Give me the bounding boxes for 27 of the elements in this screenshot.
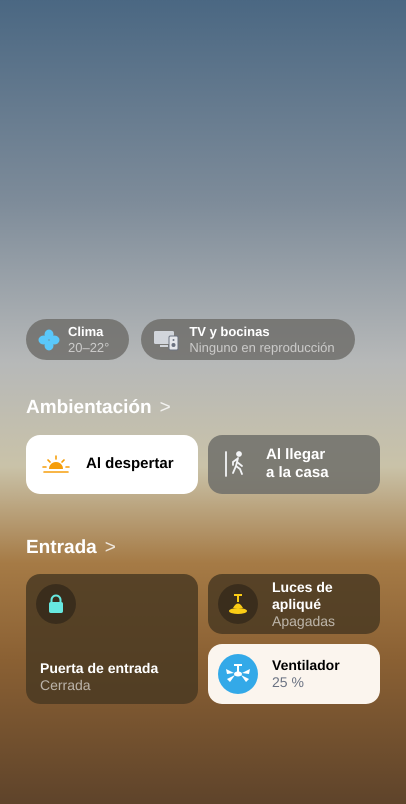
accessory-tile[interactable]: Luces de apliqué Apagadas [208, 574, 380, 634]
accessory-status: 25 % [272, 674, 305, 691]
accessory-tile[interactable]: Ventilador 25 % [208, 644, 380, 704]
accessory-name: Puerta de entrada [40, 660, 160, 677]
status-subtitle: 20–22° [68, 340, 110, 356]
fan-icon [38, 328, 60, 350]
scene-tile[interactable]: Al llegar a la casa [208, 434, 380, 494]
status-title: TV y bocinas [189, 324, 271, 340]
ceiling-fan-icon [225, 663, 251, 685]
padlock-icon [48, 594, 64, 614]
chevron-icon[interactable]: > [104, 534, 116, 562]
scene-label: Al llegar a la casa [266, 446, 329, 482]
accessory-name: Ventilador [272, 657, 340, 674]
accessory-tile[interactable]: Puerta de entrada Cerrada [26, 574, 198, 704]
section-heading[interactable]: Entrada [26, 534, 97, 562]
accessory-name: Luces de apliqué [272, 578, 334, 612]
status-title: Clima [68, 324, 104, 340]
ceiling-lamp-icon [227, 593, 249, 615]
status-pill[interactable]: Clima 20–22° [26, 319, 130, 360]
status-pill[interactable]: TV y bocinas Ninguno en reproducción [141, 319, 355, 360]
accessory-status: Cerrada [40, 677, 92, 694]
sunrise-icon [42, 454, 70, 474]
scene-tile[interactable]: Al despertar [26, 434, 198, 494]
scene-label: Al despertar [86, 455, 174, 473]
tv-speaker-icon [153, 328, 182, 350]
status-subtitle: Ninguno en reproducción [189, 340, 335, 356]
accessory-status: Apagadas [272, 612, 336, 630]
